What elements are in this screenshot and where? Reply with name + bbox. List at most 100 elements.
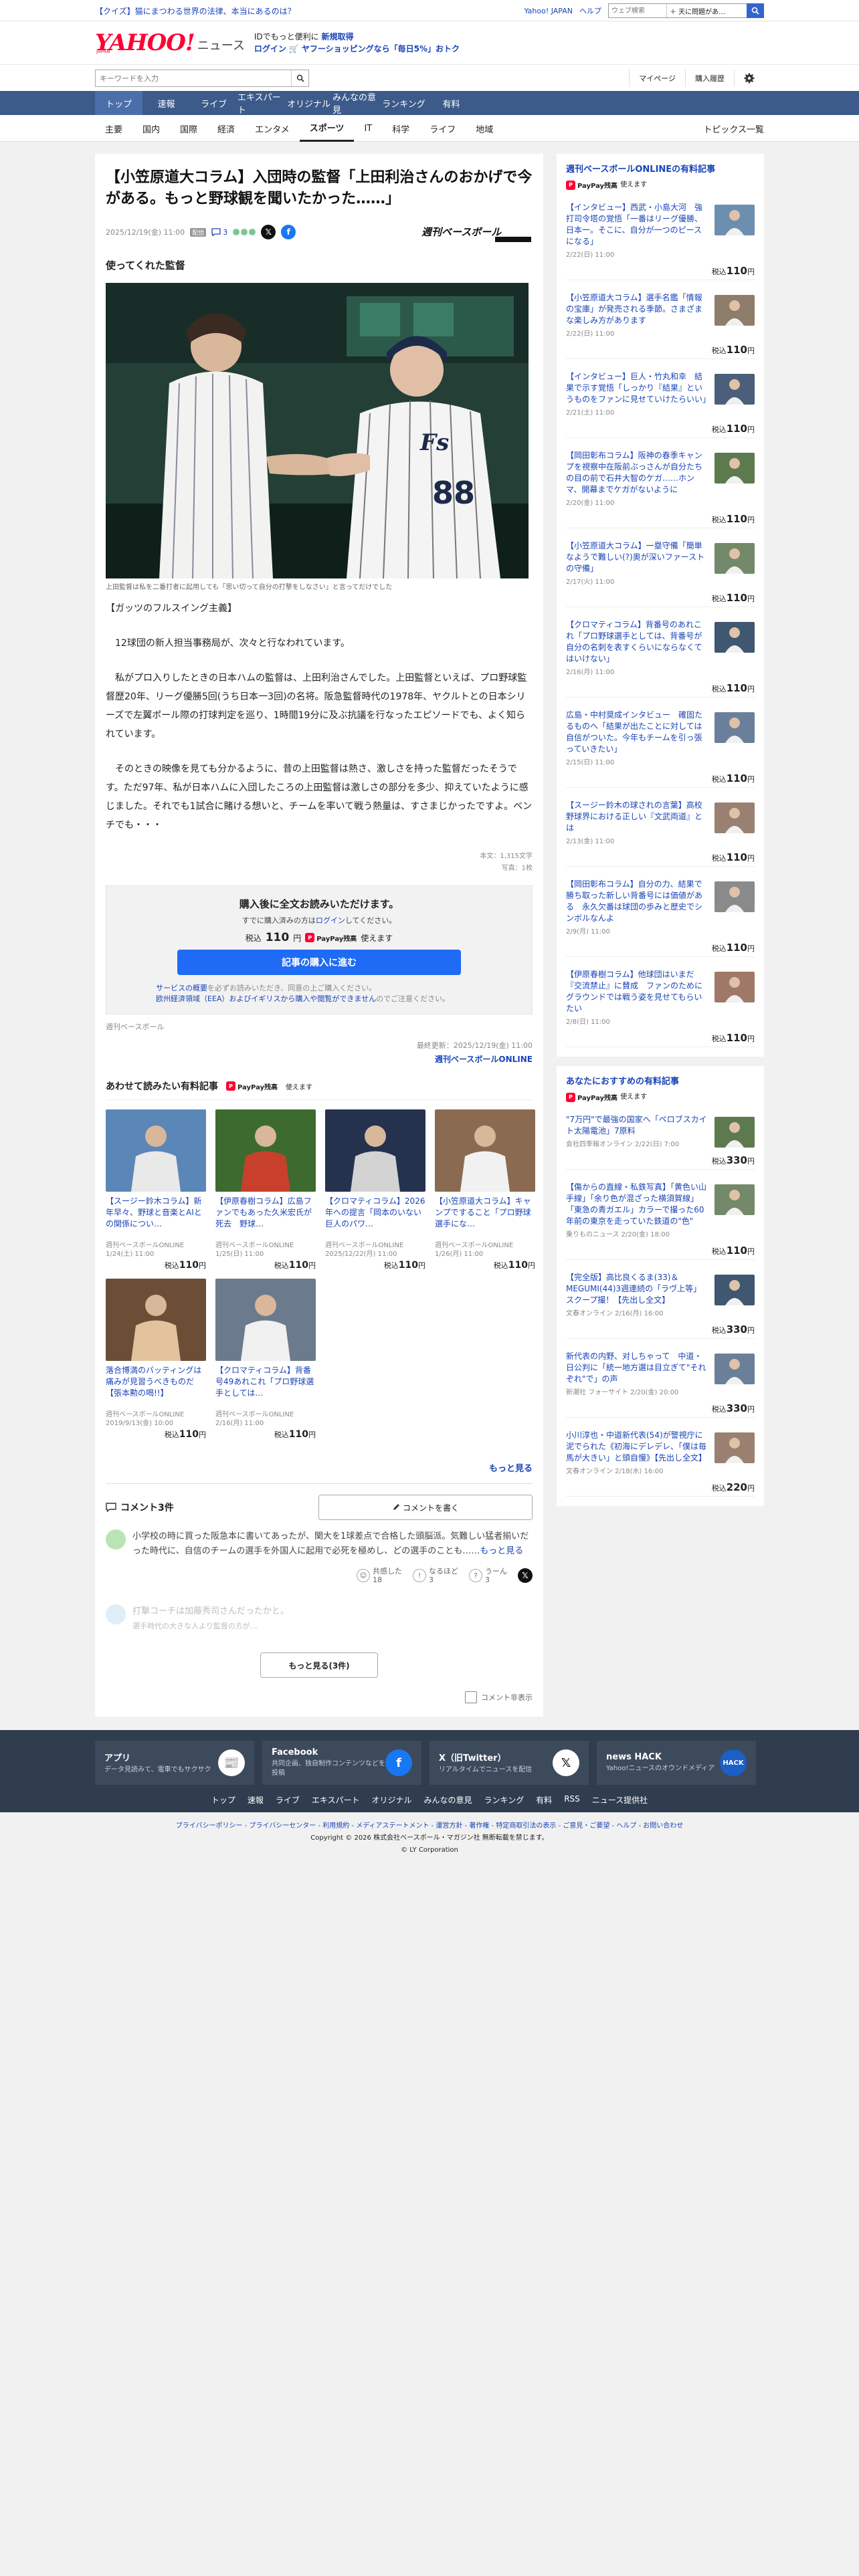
eea-notice-link[interactable]: 欧州経済領域（EEA）およびイギリスから購入や閲覧ができません	[156, 994, 376, 1003]
login-link[interactable]: ログイン	[254, 44, 286, 53]
category-entertainment[interactable]: エンタメ	[245, 115, 300, 142]
gnav-original[interactable]: オリジナル	[285, 91, 332, 115]
footer-nav-item[interactable]: みんなの意見	[424, 1794, 472, 1806]
sidebar-article-title: 【小笠原道大コラム】一塁守備「簡単なようで難しい(?)奥が深いファーストの守備」	[566, 541, 705, 573]
share-x-icon[interactable]: 𝕏	[518, 1568, 533, 1583]
mypage-link[interactable]: マイページ	[629, 70, 685, 87]
topics-list-link[interactable]: トピックス一覧	[703, 115, 764, 142]
footer-app-card[interactable]: news HACK Yahoo!ニュースのオウンドメディア HACK	[597, 1741, 756, 1785]
article-photo[interactable]: 88 Fs	[106, 283, 529, 578]
footer-nav-item[interactable]: オリジナル	[372, 1794, 412, 1806]
category-local[interactable]: 地域	[466, 115, 503, 142]
publisher-logo-text: 週刊ベースボール	[421, 226, 502, 238]
card-date: 1/26(月) 11:00	[435, 1251, 484, 1258]
gnav-breaking[interactable]: 速報	[142, 91, 190, 115]
category-sports[interactable]: スポーツ	[299, 115, 355, 142]
sidebar-article[interactable]: 【伊原春樹コラム】他球団はいまだ『交流禁止』に賛成 ファンのためにグラウンドでは…	[566, 969, 755, 1047]
footer-nav-item[interactable]: ランキング	[484, 1794, 524, 1806]
news-search-input[interactable]	[96, 70, 291, 86]
publisher-online-link[interactable]: 週刊ベースボールONLINE	[106, 1053, 533, 1065]
hide-comments-toggle[interactable]: コメント非表示	[106, 1691, 533, 1703]
paywall-login-link[interactable]: ログイン	[316, 916, 345, 925]
settings-button[interactable]	[734, 70, 764, 87]
related-card[interactable]: 落合博満のバッティングは痛みが見習うべきものだ【張本勲の喝!!】 週刊ベースボール…	[106, 1279, 206, 1440]
react-hmm-button[interactable]: ? うーん 3	[469, 1567, 507, 1584]
card-date: 1/24(土) 11:00	[106, 1251, 155, 1258]
share-x-icon[interactable]: 𝕏	[261, 225, 276, 239]
web-search-input[interactable]	[609, 4, 666, 17]
sidebar-article[interactable]: 【岡田彰布コラム】阪神の春季キャンプを視察中在阪前ぶっさんが自分たちの目の前で石…	[566, 450, 755, 528]
help-link[interactable]: ヘルプ	[579, 5, 601, 16]
sidebar-article[interactable]: "7万円"で最強の国家へ「ペロブスカイト太陽電池」7原料 会社四季報オンライン 2…	[566, 1114, 755, 1170]
sidebar-article[interactable]: 広島・中村奨成インタビュー 確固たるものへ「結果が出たことに対しては自信がついた…	[566, 710, 755, 788]
article-counts: 本文：1,315文字 写真：1枚	[106, 851, 533, 875]
sidebar-article[interactable]: 【スージー鈴木の球されの言葉】高校野球界における正しい『文武両道』とは 2/13(…	[566, 800, 755, 867]
sidebar-article[interactable]: 新代表の内野、对しちゃって 中道・日公判に「統一地方選は目立ぎて"それぞれ"で」…	[566, 1351, 755, 1418]
footer-nav-item[interactable]: RSS	[564, 1794, 580, 1806]
card-title: 【スージー鈴木コラム】新年早々、野球と音楽とAIとの関係につい…	[106, 1196, 202, 1228]
sidebar-article[interactable]: 【小笠原道大コラム】選手名鑑「情報の宝庫」が発売される季節。さまざまな楽しみ方が…	[566, 292, 755, 359]
sidebar-article[interactable]: 小川淳也・中道新代表(54)が警視庁に泥でられた《初海にデレデレ、「僕は毎馬が大…	[566, 1430, 755, 1497]
photo-caption: 上田監督は私を二番打者に起用しても「思い切って自分の打撃をしなさい」と言ってだけ…	[106, 584, 393, 591]
sidebar-article[interactable]: 【クロマティコラム】背番号のあれこれ「プロ野球選手としては、背番号が自分の名刺を…	[566, 619, 755, 697]
comment-count-link[interactable]: 3	[211, 228, 227, 237]
footer-nav-item[interactable]: ニュース提供社	[592, 1794, 648, 1806]
hide-comments-checkbox[interactable]	[465, 1691, 477, 1703]
footer-nav-item[interactable]: ライブ	[276, 1794, 300, 1806]
sidebar-article[interactable]: 【小笠原道大コラム】一塁守備「簡単なようで難しい(?)奥が深いファーストの守備」…	[566, 540, 755, 607]
category-world[interactable]: 国際	[170, 115, 207, 142]
sidebar-article-title: "7万円"で最強の国家へ「ペロブスカイト太陽電池」7原料	[566, 1115, 707, 1136]
gnav-live[interactable]: ライブ	[190, 91, 237, 115]
footer-app-card[interactable]: アプリ データ見読みて、電車でもサクサク 📰	[95, 1741, 254, 1785]
footer-nav-item[interactable]: エキスパート	[312, 1794, 360, 1806]
sidebar-article-title: 【傷からの直線・私鉄写真】「黄色い山手線」「余り色が混ざった横須賀線」「東急の青…	[566, 1182, 707, 1226]
sidebar-article[interactable]: 【インタビュー】西武・小島大河 強打司令塔の覚悟「一番はリーグ優勝、日本一。そこ…	[566, 202, 755, 280]
purchase-button[interactable]: 記事の購入に進む	[177, 950, 461, 975]
publisher-logo[interactable]: 週刊ベースボール	[420, 222, 533, 242]
footer-nav-item[interactable]: 速報	[248, 1794, 264, 1806]
related-card[interactable]: 【伊原春樹コラム】広島ファンでもあった久米宏氏が死去 野球… 週刊ベースボールON…	[215, 1109, 316, 1271]
category-science[interactable]: 科学	[382, 115, 419, 142]
sidebar-article[interactable]: 【完全版】高比良くるま(33)＆MEGUMI(44)3週連続の「ラヴ上等」スクー…	[566, 1272, 755, 1339]
gnav-expert[interactable]: エキスパート	[237, 91, 285, 116]
gnav-paid[interactable]: 有料	[427, 91, 475, 115]
legal-links[interactable]: プライバシーポリシー - プライバシーセンター - 利用規約 - メディアステー…	[0, 1820, 859, 1832]
web-search-button[interactable]	[747, 3, 764, 18]
react-empathy-button[interactable]: ☺ 共感した 18	[357, 1567, 402, 1584]
news-search-button[interactable]	[291, 70, 308, 86]
category-domestic[interactable]: 国内	[132, 115, 170, 142]
gnav-top[interactable]: トップ	[95, 91, 142, 115]
related-more-link[interactable]: もっと見る	[106, 1461, 533, 1474]
share-facebook-icon[interactable]: f	[281, 225, 296, 239]
ly-copyright: © LY Corporation	[401, 1846, 458, 1854]
sidebar-article[interactable]: 【インタビュー】巨人・竹丸和幸 結果で示す覚悟「しっかり『結果』というものをファ…	[566, 371, 755, 438]
footer-app-card[interactable]: X（旧Twitter） リアルタイムでニュースを配信 𝕏	[430, 1741, 589, 1785]
related-card[interactable]: 【小笠原道大コラム】キャンプですること「プロ野球選手にな… 週刊ベースボールONL…	[435, 1109, 535, 1271]
sidebar-article[interactable]: 【傷からの直線・私鉄写真】「黄色い山手線」「余り色が混ざった横須賀線」「東急の青…	[566, 1182, 755, 1260]
related-card[interactable]: 【クロマティコラム】2026年への提言「岡本のいない巨人のパワ… 週刊ベースボール…	[325, 1109, 425, 1271]
sidebar-article[interactable]: 【岡田彰布コラム】自分の力、結果で勝ち取った新しい背番号には価値がある 永久欠番…	[566, 879, 755, 957]
category-life[interactable]: ライフ	[419, 115, 466, 142]
service-overview-link[interactable]: サービスの概要	[156, 984, 207, 992]
category-economy[interactable]: 経済	[207, 115, 245, 142]
related-card[interactable]: 【スージー鈴木コラム】新年早々、野球と音楽とAIとの関係につい… 週刊ベースボール…	[106, 1109, 206, 1271]
footer-nav-item[interactable]: 有料	[536, 1794, 552, 1806]
related-card[interactable]: 【クロマティコラム】背番号49あれこれ「プロ野球選手としては… 週刊ベースボールO…	[215, 1279, 316, 1440]
footer-nav-item[interactable]: トップ	[211, 1794, 235, 1806]
search-scope-select[interactable]: ＋ 天に問題があ…	[666, 4, 747, 17]
footer-app-card[interactable]: Facebook 共同企画、独自制作コンテンツなどを投稿 f	[262, 1741, 421, 1785]
write-comment-button[interactable]: コメントを書く	[318, 1495, 533, 1520]
gnav-ranking[interactable]: ランキング	[380, 91, 427, 115]
category-main[interactable]: 主要	[95, 115, 132, 142]
signup-link[interactable]: 新規取得	[321, 32, 353, 41]
react-insight-button[interactable]: ! なるほど 3	[413, 1567, 458, 1584]
comment-more-link[interactable]: もっと見る	[480, 1546, 523, 1556]
gnav-opinions[interactable]: みんなの意見	[332, 91, 380, 116]
more-comments-button[interactable]: もっと見る(3件)	[260, 1652, 378, 1678]
shopping-promo-link[interactable]: 🛒 ヤフーショッピングなら「毎日5%」おトク	[289, 44, 460, 53]
yahoo-news-logo[interactable]: YAHOO! JAPAN ニュース	[95, 31, 245, 54]
category-it[interactable]: IT	[354, 115, 382, 142]
quiz-link[interactable]: 【クイズ】猫にまつわる世界の法律、本当にあるのは？	[95, 5, 296, 17]
yahoo-japan-link[interactable]: Yahoo! JAPAN	[524, 7, 573, 15]
purchase-history-link[interactable]: 購入履歴	[685, 70, 734, 87]
